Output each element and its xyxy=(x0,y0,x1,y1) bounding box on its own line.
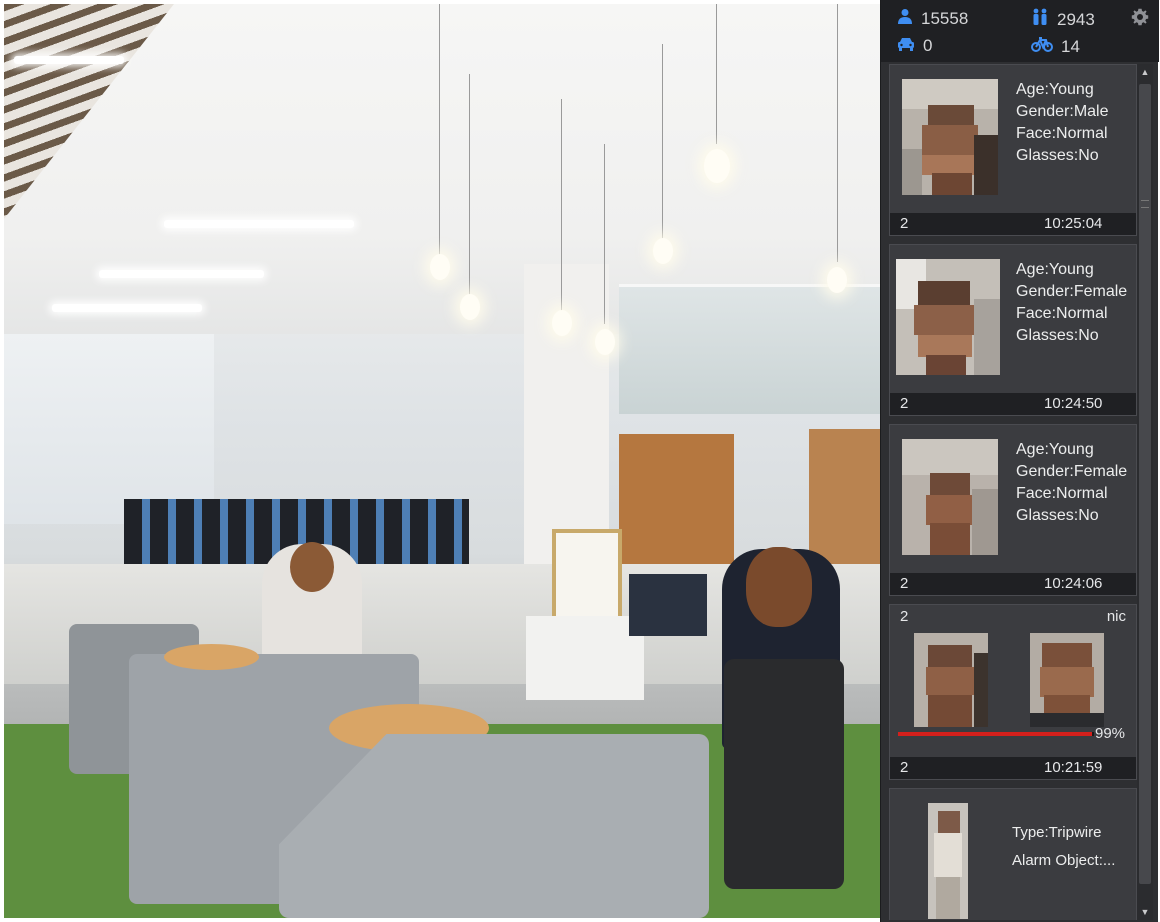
vehicle-count-stat: 0 xyxy=(897,36,932,56)
printer xyxy=(526,616,644,700)
live-camera-view[interactable] xyxy=(4,4,880,918)
pendant-lamp xyxy=(552,310,572,336)
scroll-down-arrow-icon[interactable]: ▼ xyxy=(1137,904,1153,920)
face-comparison-card[interactable]: 2 nic 99% 2 10:21:59 xyxy=(889,604,1137,780)
attribute-gender: Gender:Female xyxy=(1016,283,1128,300)
scroll-thumb[interactable] xyxy=(1139,84,1151,884)
bicycle-icon xyxy=(1031,36,1053,57)
comparison-header: 2 nic xyxy=(890,605,1136,629)
office-chair xyxy=(724,659,844,889)
people-count: 15558 xyxy=(921,8,969,28)
snapshot-face-thumbnail xyxy=(914,633,988,727)
face-event-card[interactable]: Age:Young Gender:Male Face:Normal Glasse… xyxy=(889,64,1137,236)
event-time: 10:25:04 xyxy=(1044,215,1103,232)
card-footer: 2 10:21:59 xyxy=(890,757,1136,779)
tripwire-event-card[interactable]: Type:Tripwire Alarm Object:... xyxy=(889,788,1137,920)
target-thumbnail xyxy=(928,803,968,919)
lamp-wire xyxy=(469,74,470,296)
person-seated-left xyxy=(262,542,362,659)
vehicle-count: 0 xyxy=(923,36,933,55)
scroll-up-arrow-icon[interactable]: ▲ xyxy=(1137,64,1153,80)
pedestrian-pair-icon xyxy=(1031,8,1049,31)
card-footer: 2 10:25:04 xyxy=(890,213,1136,235)
similarity-bar-fill xyxy=(898,732,1093,736)
lamp-wire xyxy=(439,4,440,259)
similarity-percent: 99% xyxy=(1095,725,1126,742)
attribute-type: Type:Tripwire xyxy=(1012,824,1102,841)
bicycle-count-stat: 14 xyxy=(1031,36,1080,57)
channel-number: 2 xyxy=(900,215,909,232)
attribute-gender: Gender:Female xyxy=(1016,463,1128,480)
pedestrian-count: 2943 xyxy=(1057,9,1095,29)
lamp-wire xyxy=(837,4,838,262)
ceiling-light xyxy=(52,304,202,312)
pendant-lamp xyxy=(653,238,673,264)
channel-number: 2 xyxy=(900,608,909,625)
face-thumbnail xyxy=(902,79,998,195)
channel-number: 2 xyxy=(900,395,909,412)
attribute-glasses: Glasses:No xyxy=(1016,147,1099,164)
bicycle-count: 14 xyxy=(1061,36,1080,56)
stats-bar: 15558 2943 0 14 xyxy=(881,0,1159,62)
attribute-age: Age:Young xyxy=(1016,261,1094,278)
pendant-lamp xyxy=(595,329,615,355)
attribute-face: Face:Normal xyxy=(1016,485,1108,502)
face-attributes: Age:Young Gender:Female Face:Normal Glas… xyxy=(1016,439,1127,527)
event-time: 10:21:59 xyxy=(1044,759,1103,776)
people-count-stat: 15558 xyxy=(897,8,968,29)
event-time: 10:24:50 xyxy=(1044,395,1103,412)
lamp-wire xyxy=(716,4,717,144)
gear-icon[interactable] xyxy=(1131,8,1151,28)
ceiling-light xyxy=(14,56,124,64)
face-thumbnail xyxy=(902,439,998,555)
mezzanine-glass xyxy=(619,284,880,414)
similarity-bar xyxy=(898,732,1094,736)
channel-number: 2 xyxy=(900,575,909,592)
lamp-wire xyxy=(604,144,605,324)
face-attributes: Age:Young Gender:Male Face:Normal Glasse… xyxy=(1016,79,1109,167)
car-icon xyxy=(897,36,915,56)
attribute-gender: Gender:Male xyxy=(1016,103,1109,120)
lamp-wire xyxy=(662,44,663,239)
round-table xyxy=(164,644,259,670)
matched-name: nic xyxy=(1106,608,1126,625)
face-event-card[interactable]: Age:Young Gender:Female Face:Normal Glas… xyxy=(889,424,1137,596)
framed-certificate xyxy=(552,529,622,621)
pedestrian-count-stat: 2943 xyxy=(1031,8,1095,31)
event-time: 10:24:06 xyxy=(1044,575,1103,592)
event-panel: 15558 2943 0 14 Age:Young Gender:Male Fa… xyxy=(880,0,1159,922)
attribute-alarm-object: Alarm Object:... xyxy=(1012,852,1116,869)
attribute-face: Face:Normal xyxy=(1016,305,1108,322)
face-attributes: Age:Young Gender:Female Face:Normal Glas… xyxy=(1016,259,1127,347)
face-event-card[interactable]: Age:Young Gender:Female Face:Normal Glas… xyxy=(889,244,1137,416)
attribute-face: Face:Normal xyxy=(1016,125,1108,142)
attribute-age: Age:Young xyxy=(1016,81,1094,98)
scroll-grip xyxy=(1141,200,1149,208)
attribute-glasses: Glasses:No xyxy=(1016,507,1099,524)
event-list[interactable]: Age:Young Gender:Male Face:Normal Glasse… xyxy=(889,64,1137,920)
monitor xyxy=(629,574,707,636)
wood-wall xyxy=(619,434,734,584)
window-blinds xyxy=(4,334,214,524)
scrollbar[interactable]: ▲ ▼ xyxy=(1137,64,1153,920)
attribute-glasses: Glasses:No xyxy=(1016,327,1099,344)
ceiling-light xyxy=(99,270,264,278)
card-footer: 2 10:24:06 xyxy=(890,573,1136,595)
card-footer: 2 10:24:50 xyxy=(890,393,1136,415)
attribute-age: Age:Young xyxy=(1016,441,1094,458)
pendant-lamp xyxy=(827,267,847,293)
pendant-lamp xyxy=(460,294,480,320)
face-thumbnail xyxy=(896,259,1000,375)
ceiling-light xyxy=(164,220,354,228)
pendant-lamp xyxy=(704,149,730,183)
person-icon xyxy=(897,8,913,29)
library-face-thumbnail xyxy=(1030,633,1104,727)
lamp-wire xyxy=(561,99,562,314)
channel-number: 2 xyxy=(900,759,909,776)
tripwire-attributes: Type:Tripwire Alarm Object:... xyxy=(1012,819,1115,875)
pendant-lamp xyxy=(430,254,450,280)
